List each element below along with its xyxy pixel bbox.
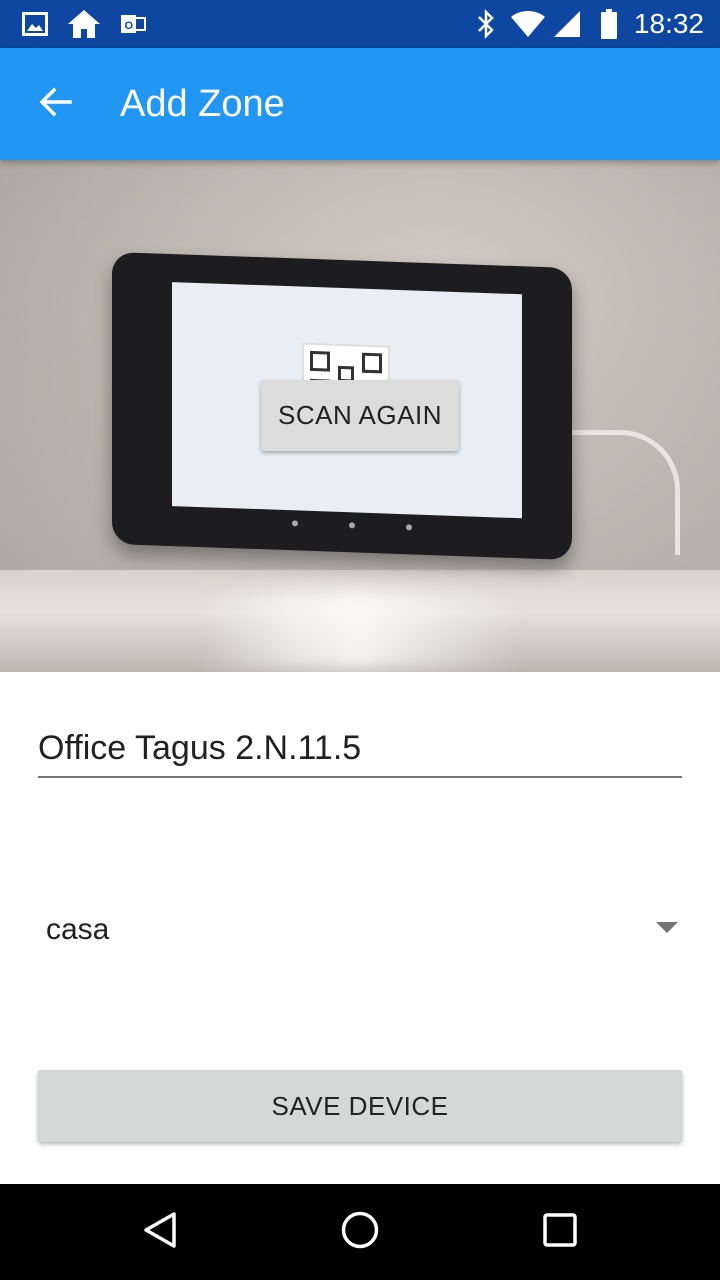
camera-cable (565, 430, 680, 555)
home-circle-icon (340, 1210, 380, 1255)
scan-again-button[interactable]: SCAN AGAIN (261, 380, 459, 451)
save-device-button[interactable]: SAVE DEVICE (38, 1070, 682, 1142)
cellular-signal-icon (552, 0, 582, 48)
page-title: Add Zone (120, 83, 285, 125)
svg-text:O: O (125, 20, 134, 32)
image-icon (22, 0, 48, 48)
camera-reflection (200, 590, 520, 670)
home-icon (66, 0, 102, 48)
back-button[interactable] (24, 72, 88, 136)
outlook-icon: O (120, 0, 146, 48)
dropdown-arrow-icon (656, 922, 678, 933)
zone-name-input[interactable]: Office Tagus 2.N.11.5 (38, 722, 682, 778)
app-bar: Add Zone (0, 48, 720, 160)
camera-preview: SCAN AGAIN (0, 160, 720, 672)
battery-icon (600, 0, 618, 48)
arrow-back-icon (38, 84, 74, 125)
camera-tablet-nav (292, 518, 412, 532)
back-triangle-icon (140, 1210, 180, 1255)
status-bar: O 18:32 (0, 0, 720, 48)
recents-square-icon (542, 1212, 578, 1253)
system-nav-bar (0, 1184, 720, 1280)
nav-home-button[interactable] (300, 1184, 420, 1280)
status-time: 18:32 (633, 8, 704, 39)
nav-recents-button[interactable] (500, 1184, 620, 1280)
wifi-icon (510, 0, 546, 48)
location-dropdown[interactable]: casa (38, 890, 682, 970)
bluetooth-icon (476, 0, 496, 48)
location-dropdown-value: casa (46, 913, 110, 946)
nav-back-button[interactable] (100, 1184, 220, 1280)
